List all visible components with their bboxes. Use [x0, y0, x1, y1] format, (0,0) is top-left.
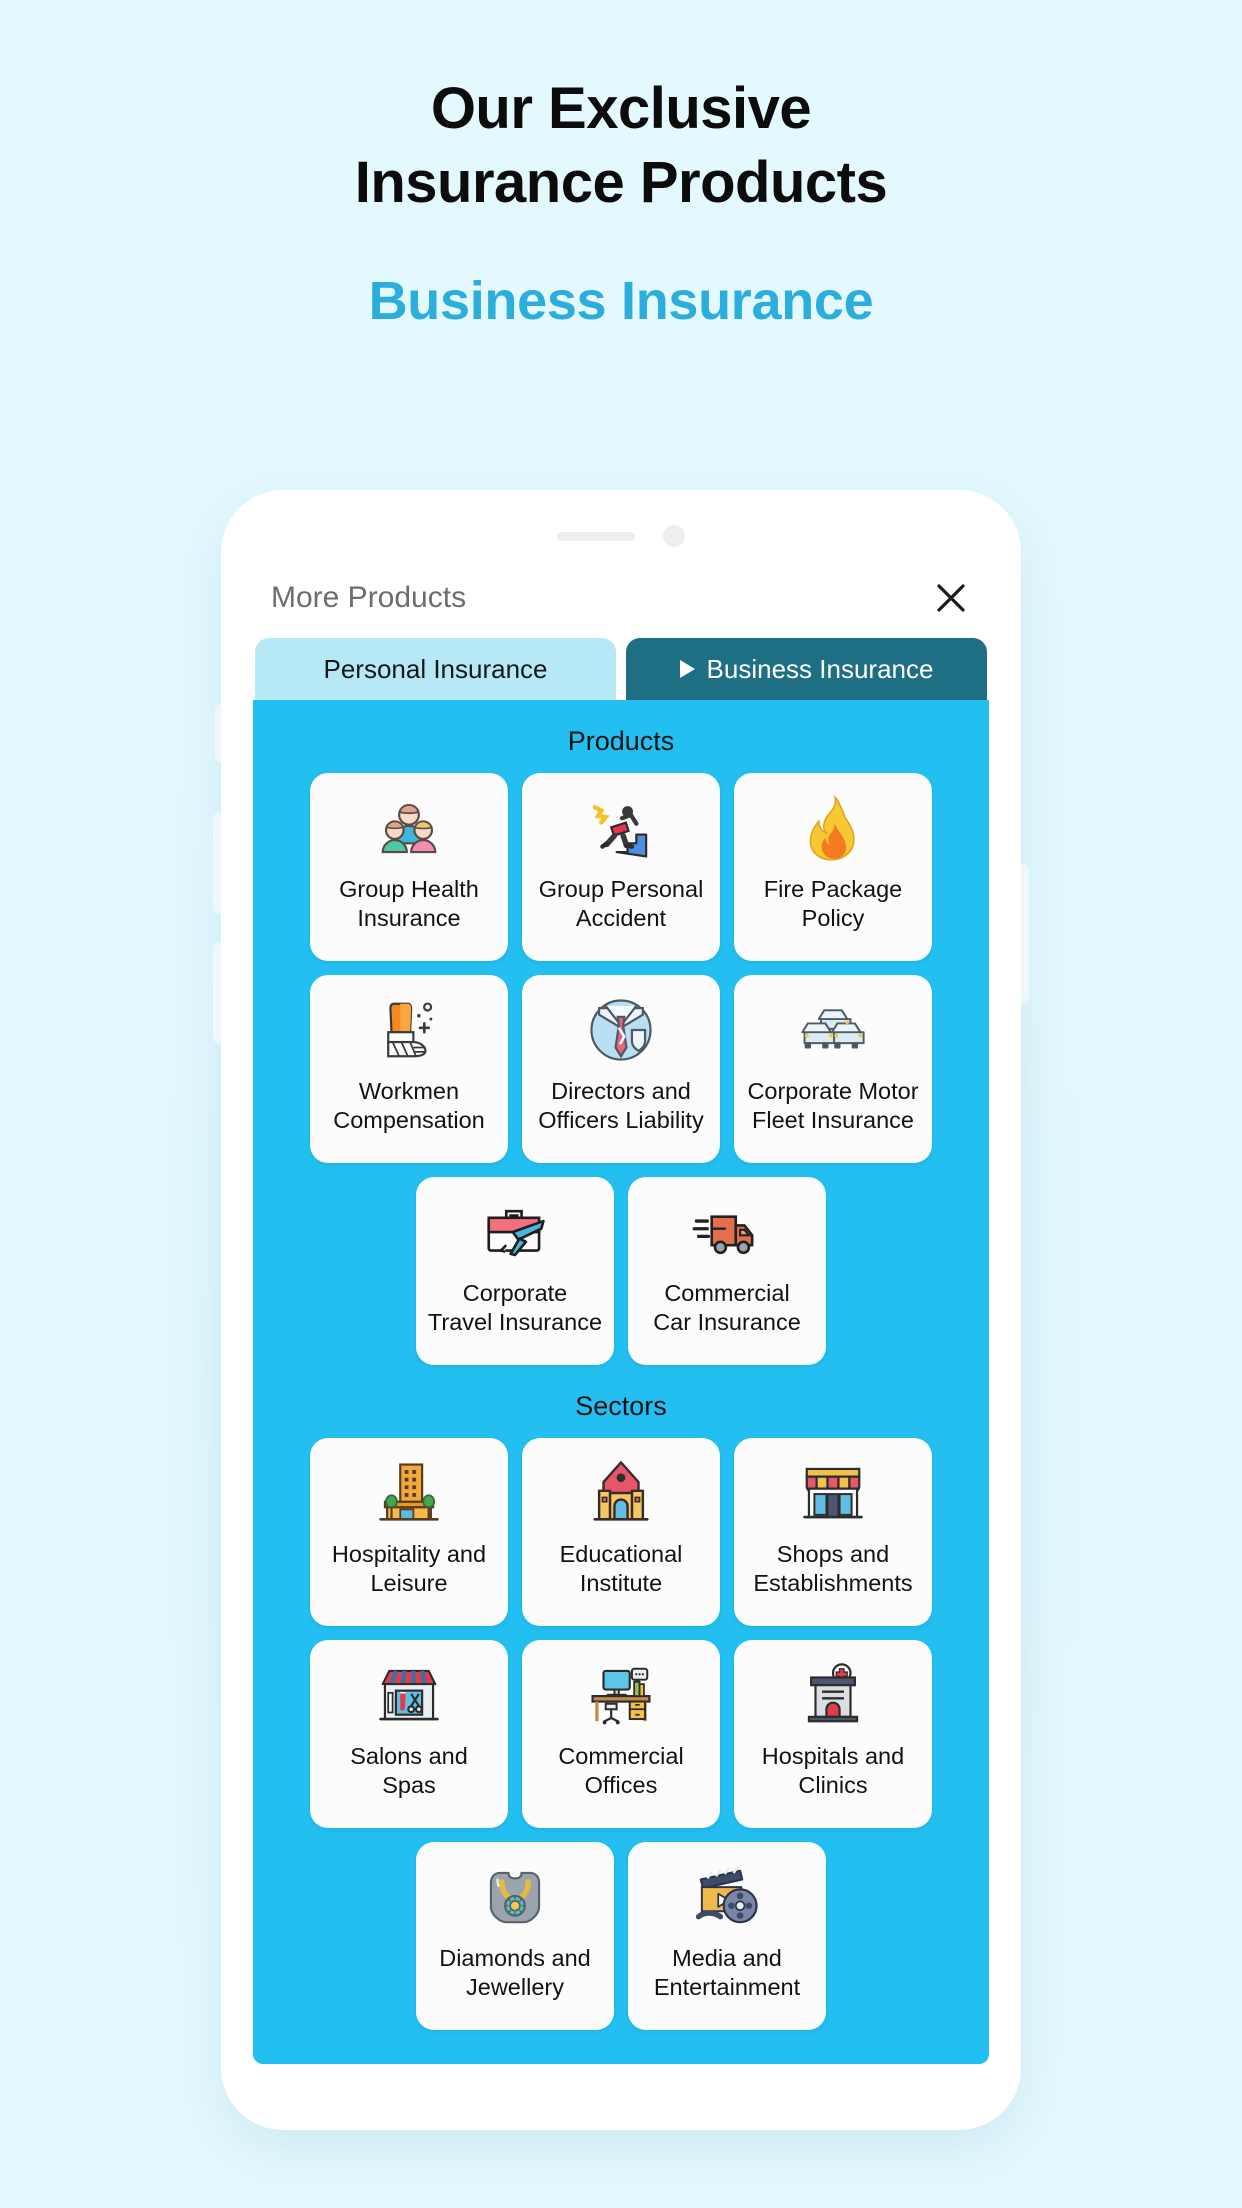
card-label: Fire Package Policy: [763, 876, 903, 932]
shirt-tie-shield-icon: [584, 993, 658, 1067]
close-icon[interactable]: [929, 576, 973, 620]
hospital-building-icon: [796, 1658, 870, 1732]
card-label: Hospitality and Leisure: [331, 1541, 487, 1597]
card-salons-and-spas[interactable]: Salons and Spas: [310, 1640, 508, 1828]
phone-top-bar: [221, 490, 1021, 550]
tab-personal-insurance[interactable]: Personal Insurance: [255, 638, 616, 700]
card-label: Corporate Motor Fleet Insurance: [747, 1078, 919, 1134]
section-title-sectors: Sectors: [575, 1391, 667, 1421]
salon-scissors-shop-icon: [372, 1658, 446, 1732]
family-group-icon: [372, 791, 446, 865]
sheet-title: More Products: [271, 581, 467, 614]
content-panel: Products Group Health Insurance Group Pe…: [253, 700, 989, 2064]
school-building-icon: [584, 1456, 658, 1530]
page-subtitle: Business Insurance: [368, 271, 874, 332]
card-media-and-entertainment[interactable]: Media and Entertainment: [628, 1842, 826, 2030]
card-label: Shops and Establishments: [753, 1541, 913, 1597]
phone-screen: More Products Personal Insurance Busines…: [253, 550, 989, 2064]
play-triangle-icon: [679, 660, 695, 678]
briefcase-airplane-icon: [478, 1195, 552, 1269]
card-corporate-travel-insurance[interactable]: Corporate Travel Insurance: [416, 1177, 614, 1365]
card-hospitals-and-clinics[interactable]: Hospitals and Clinics: [734, 1640, 932, 1828]
card-educational-institute[interactable]: Educational Institute: [522, 1438, 720, 1626]
card-commercial-offices[interactable]: Commercial Offices: [522, 1640, 720, 1828]
clapperboard-film-reel-icon: [690, 1860, 764, 1934]
section-title-products: Products: [567, 726, 675, 756]
speaker-grille-icon: [557, 531, 635, 541]
page-heading: Our Exclusive Insurance Products Busines…: [0, 0, 1242, 332]
front-camera-icon: [663, 525, 685, 547]
card-corporate-motor-fleet-insurance[interactable]: Corporate Motor Fleet Insurance: [734, 975, 932, 1163]
products-row-2: Workmen Compensation Directors and Offic…: [267, 975, 975, 1163]
card-label: Group Personal Accident: [538, 876, 704, 932]
card-fire-package-policy[interactable]: Fire Package Policy: [734, 773, 932, 961]
card-commercial-car-insurance[interactable]: Commercial Car Insurance: [628, 1177, 826, 1365]
card-label: Commercial Offices: [558, 1743, 684, 1799]
card-group-health-insurance[interactable]: Group Health Insurance: [310, 773, 508, 961]
products-row-3: Corporate Travel Insurance Commercial Ca…: [267, 1177, 975, 1365]
bandaged-arm-icon: [372, 993, 446, 1067]
person-falling-stairs-icon: [584, 791, 658, 865]
card-label: Diamonds and Jewellery: [439, 1945, 591, 2001]
shop-storefront-icon: [796, 1456, 870, 1530]
card-label: Directors and Officers Liability: [538, 1078, 704, 1134]
card-label: Hospitals and Clinics: [761, 1743, 905, 1799]
products-row-1: Group Health Insurance Group Personal Ac…: [267, 773, 975, 961]
card-group-personal-accident[interactable]: Group Personal Accident: [522, 773, 720, 961]
sectors-row-2: Salons and Spas Commercial Offices Hospi…: [267, 1640, 975, 1828]
hotel-building-icon: [372, 1456, 446, 1530]
sectors-row-3: Diamonds and Jewellery Media and Enterta…: [267, 1842, 975, 2030]
page-title-line-1: Our Exclusive: [430, 76, 812, 141]
sheet-header: More Products: [253, 550, 989, 638]
card-directors-and-officers-liability[interactable]: Directors and Officers Liability: [522, 975, 720, 1163]
sectors-row-1: Hospitality and Leisure Educational Inst…: [267, 1438, 975, 1626]
card-label: Salons and Spas: [350, 1743, 468, 1799]
page-title-line-2: Insurance Products: [354, 150, 888, 216]
card-label: Media and Entertainment: [653, 1945, 801, 2001]
tab-business-insurance[interactable]: Business Insurance: [626, 638, 987, 700]
phone-mockup: More Products Personal Insurance Busines…: [213, 490, 1029, 2130]
flame-icon: [796, 791, 870, 865]
card-label: Workmen Compensation: [333, 1078, 485, 1134]
card-shops-and-establishments[interactable]: Shops and Establishments: [734, 1438, 932, 1626]
card-label: Commercial Car Insurance: [653, 1280, 801, 1336]
card-diamonds-and-jewellery[interactable]: Diamonds and Jewellery: [416, 1842, 614, 2030]
car-fleet-icon: [796, 993, 870, 1067]
card-label: Corporate Travel Insurance: [427, 1280, 603, 1336]
tab-bar: Personal Insurance Business Insurance: [253, 638, 989, 700]
tab-personal-insurance-label: Personal Insurance: [323, 653, 548, 684]
necklace-icon: [478, 1860, 552, 1934]
card-hospitality-and-leisure[interactable]: Hospitality and Leisure: [310, 1438, 508, 1626]
office-desk-computer-icon: [584, 1658, 658, 1732]
delivery-truck-icon: [690, 1195, 764, 1269]
card-workmen-compensation[interactable]: Workmen Compensation: [310, 975, 508, 1163]
card-label: Group Health Insurance: [339, 876, 479, 932]
phone-body: More Products Personal Insurance Busines…: [221, 490, 1021, 2130]
card-label: Educational Institute: [559, 1541, 683, 1597]
tab-business-insurance-label: Business Insurance: [706, 653, 934, 684]
